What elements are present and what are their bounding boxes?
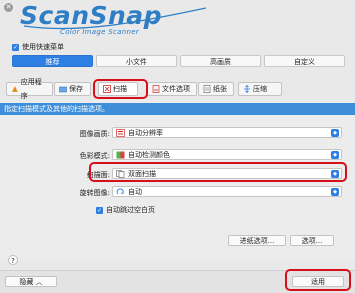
image-quality-select[interactable]: 自动分辨率 ◆ bbox=[112, 127, 342, 138]
close-icon[interactable]: ✕ bbox=[4, 3, 13, 12]
image-quality-label: 图像画质: bbox=[79, 130, 110, 138]
hide-button-label: 隐藏 bbox=[19, 278, 34, 286]
chevron-up-icon: ︿ bbox=[35, 278, 43, 286]
panel-description: 指定扫描模式及其他的扫描选项。 bbox=[0, 103, 355, 115]
hide-button[interactable]: 隐藏 ︿ bbox=[5, 276, 57, 287]
tab-compression[interactable]: 压缩 bbox=[238, 82, 282, 96]
use-quick-menu-checkbox[interactable]: ✓ 使用快速菜单 bbox=[12, 42, 64, 52]
options-button[interactable]: 选项... bbox=[290, 235, 334, 246]
color-mode-label: 色彩模式: bbox=[79, 152, 110, 160]
quick-menu-segmented: 推荐 小文件 高画质 自定义 bbox=[12, 55, 345, 67]
tab-label: 应用程序 bbox=[20, 78, 42, 100]
image-quality-icon bbox=[116, 128, 125, 137]
tab-paper[interactable]: 纸张 bbox=[198, 82, 234, 96]
folder-icon bbox=[59, 86, 67, 93]
logo-subtitle: Color Image Scanner bbox=[60, 28, 139, 36]
dropdown-arrow-icon: ◆ bbox=[331, 188, 339, 196]
tab-label: 文件选项 bbox=[162, 85, 190, 93]
tab-label: 保存 bbox=[69, 85, 83, 93]
logo-text: ScanSnap bbox=[20, 1, 163, 30]
paper-icon bbox=[203, 85, 211, 93]
highlight-scan-side bbox=[89, 162, 347, 182]
checkbox-checked-icon[interactable]: ✓ bbox=[96, 206, 103, 214]
checkbox-checked-icon[interactable]: ✓ bbox=[12, 43, 19, 51]
help-icon[interactable]: ? bbox=[8, 255, 18, 265]
highlight-apply bbox=[285, 269, 351, 291]
quick-menu-recommended[interactable]: 推荐 bbox=[12, 55, 93, 67]
settings-tabbar: 应用程序 保存 扫描 文件选项 纸张 压缩 bbox=[6, 78, 349, 100]
color-mode-value: 自动检测颜色 bbox=[128, 150, 170, 159]
rotate-icon bbox=[116, 187, 124, 194]
rotation-select[interactable]: 自动 ◆ bbox=[112, 186, 342, 197]
scansnap-logo: ScanSnap Color Image Scanner bbox=[20, 1, 210, 38]
color-mode-select[interactable]: 自动检测颜色 ◆ bbox=[112, 149, 342, 160]
dropdown-arrow-icon: ◆ bbox=[331, 129, 339, 137]
skip-blank-label: 自动跳过空白页 bbox=[106, 206, 155, 214]
app-icon bbox=[11, 86, 18, 92]
tab-label: 纸张 bbox=[213, 85, 227, 93]
quick-menu-high-quality[interactable]: 高画质 bbox=[180, 55, 261, 67]
highlight-scan-tab bbox=[93, 79, 148, 99]
rotation-value: 自动 bbox=[128, 187, 142, 196]
rotation-label: 旋转图像: bbox=[79, 189, 110, 197]
quick-menu-label: 使用快速菜单 bbox=[22, 43, 64, 51]
quick-menu-small-file[interactable]: 小文件 bbox=[96, 55, 177, 67]
file-options-icon bbox=[152, 85, 160, 93]
tab-label: 压缩 bbox=[253, 85, 267, 93]
tab-application[interactable]: 应用程序 bbox=[6, 78, 53, 100]
skip-blank-pages-checkbox[interactable]: ✓ 自动跳过空白页 bbox=[96, 205, 155, 215]
dropdown-arrow-icon: ◆ bbox=[331, 151, 339, 159]
tab-save[interactable]: 保存 bbox=[54, 82, 91, 96]
paper-feed-options-button[interactable]: 进纸选项... bbox=[228, 235, 286, 246]
tab-file-options[interactable]: 文件选项 bbox=[147, 82, 197, 96]
compression-icon bbox=[244, 85, 250, 93]
color-mode-icon bbox=[116, 151, 125, 158]
quick-menu-custom[interactable]: 自定义 bbox=[264, 55, 345, 67]
image-quality-value: 自动分辨率 bbox=[128, 128, 163, 137]
